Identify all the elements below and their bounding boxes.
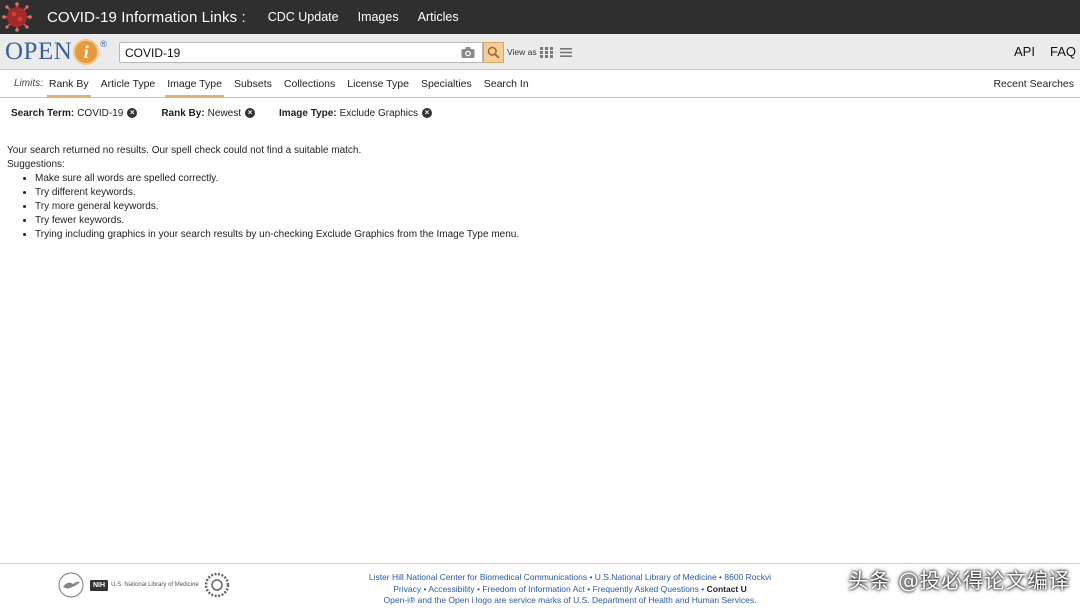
privacy-link[interactable]: Privacy [393, 584, 421, 594]
grid-view-icon[interactable] [540, 47, 553, 58]
footer-line-1[interactable]: Lister Hill National Center for Biomedic… [340, 572, 800, 584]
top-right-links: API FAQ [999, 44, 1076, 59]
search-header: OPEN i ® View as API FAQ [0, 34, 1080, 70]
search-button[interactable] [483, 42, 504, 63]
list-item: Try more general keywords. [35, 200, 519, 214]
nih-nlm-logo[interactable]: NIH U.S. National Library of Medicine [90, 579, 199, 591]
remove-filter-icon[interactable]: × [245, 108, 256, 118]
filter-search-term: Search Term: COVID-19 × [11, 107, 138, 119]
openi-logo[interactable]: OPEN i ® [5, 34, 107, 70]
banner-links: CDC Update Images Articles [268, 10, 478, 24]
no-results-text: Your search returned no results. Our spe… [7, 145, 362, 156]
filter-value: COVID-19 [77, 107, 124, 119]
suggestions-list: Make sure all words are spelled correctl… [24, 172, 519, 242]
nlm-text: U.S. National Library of Medicine [111, 582, 199, 588]
list-view-icon[interactable] [560, 47, 572, 58]
list-item: Trying including graphics in your search… [35, 228, 519, 242]
footer-line-3: Open-i® and the Open i logo are service … [383, 595, 757, 605]
filter-key: Search Term: [11, 107, 75, 119]
search-input[interactable] [120, 43, 450, 62]
accessibility-link[interactable]: Accessibility [428, 584, 474, 594]
filter-value: Newest [207, 107, 242, 119]
articles-link[interactable]: Articles [418, 10, 459, 24]
filter-key: Rank By: [161, 107, 205, 119]
nih-tag: NIH [90, 579, 109, 591]
hhs-eagle-icon[interactable] [58, 572, 84, 598]
logo-registered: ® [100, 38, 107, 49]
faq-footer-link[interactable]: Frequently Asked Questions [593, 584, 699, 594]
cdc-update-link[interactable]: CDC Update [268, 10, 339, 24]
limit-image-type[interactable]: Image Type [165, 70, 224, 98]
limit-subsets[interactable]: Subsets [234, 70, 272, 98]
list-item: Make sure all words are spelled correctl… [35, 172, 519, 186]
limit-article-type[interactable]: Article Type [101, 70, 156, 98]
footer-line-2: Privacy • Accessibility • Freedom of Inf… [393, 583, 747, 594]
limit-search-in[interactable]: Search In [484, 70, 529, 98]
list-item: Try fewer keywords. [35, 214, 519, 228]
filter-image-type: Image Type: Exclude Graphics × [279, 107, 433, 119]
logo-text: OPEN [5, 38, 73, 65]
filter-value: Exclude Graphics [339, 107, 419, 119]
footer-logos: NIH U.S. National Library of Medicine [58, 572, 230, 598]
recent-searches-link[interactable]: Recent Searches [993, 78, 1074, 90]
contact-link[interactable]: Contact U [707, 584, 747, 594]
list-item: Try different keywords. [35, 186, 519, 200]
view-as-label: View as [507, 47, 537, 57]
limits-bar: Limits: Rank By Article Type Image Type … [0, 70, 1080, 98]
lister-hill-seal-icon[interactable] [204, 572, 230, 598]
api-link[interactable]: API [1014, 44, 1035, 59]
remove-filter-icon[interactable]: × [422, 108, 433, 118]
search-icon [487, 46, 500, 59]
suggestions-label: Suggestions: [7, 159, 65, 170]
logo-i-circle: i [73, 38, 100, 65]
filter-key: Image Type: [279, 107, 337, 119]
limit-rank-by[interactable]: Rank By [46, 70, 91, 98]
search-box [119, 42, 483, 63]
foia-link[interactable]: Freedom of Information Act [482, 584, 585, 594]
limit-collections[interactable]: Collections [284, 70, 335, 98]
watermark-text: 头条 @投必得论文编译 [847, 569, 1070, 593]
filter-rank-by: Rank By: Newest × [161, 107, 256, 119]
covid-banner: COVID-19 Information Links : CDC Update … [0, 0, 1080, 34]
limit-specialties[interactable]: Specialties [421, 70, 472, 98]
active-filters: Search Term: COVID-19 × Rank By: Newest … [11, 106, 456, 120]
coronavirus-icon[interactable] [0, 0, 34, 34]
banner-title: COVID-19 Information Links : [47, 8, 246, 26]
limit-license-type[interactable]: License Type [347, 70, 409, 98]
remove-filter-icon[interactable]: × [127, 108, 138, 118]
faq-link[interactable]: FAQ [1050, 44, 1076, 59]
images-link[interactable]: Images [358, 10, 399, 24]
footer-text: Lister Hill National Center for Biomedic… [340, 572, 800, 607]
camera-icon[interactable] [461, 46, 475, 59]
no-results-message: Your search returned no results. Our spe… [7, 144, 519, 242]
limits-label: Limits: [14, 78, 43, 89]
